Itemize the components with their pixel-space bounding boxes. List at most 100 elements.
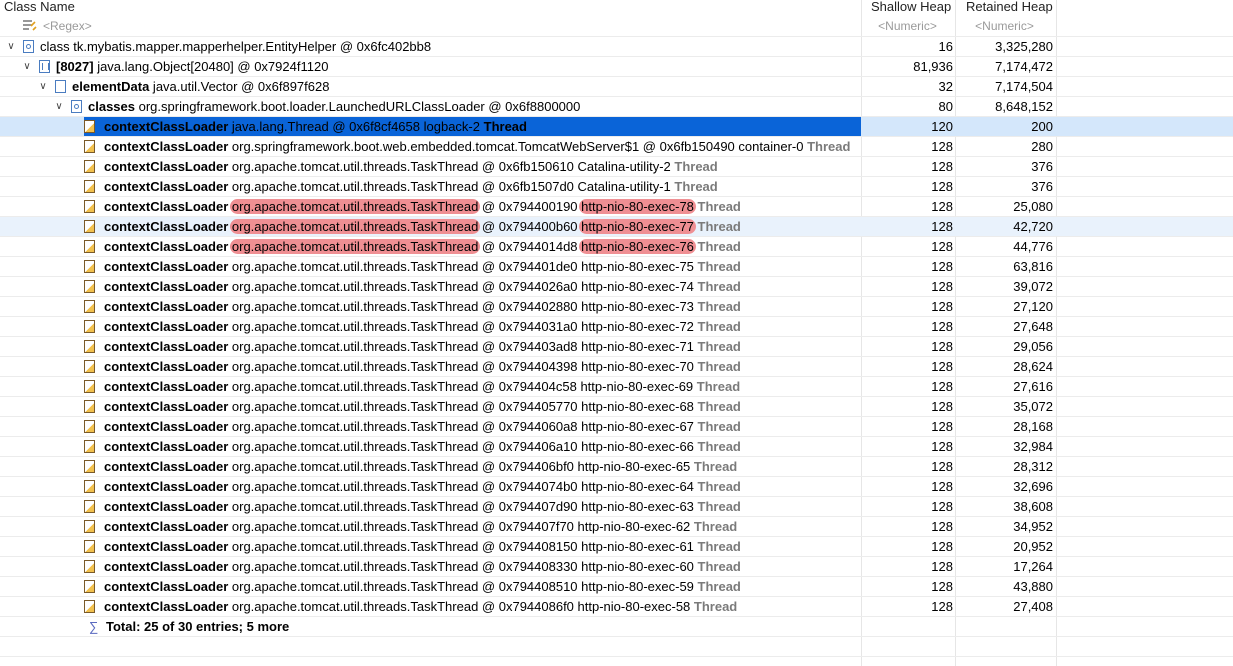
- class-name: org.apache.tomcat.util.threads.TaskThrea…: [231, 539, 479, 554]
- retained-heap-value: 35,072: [1013, 399, 1053, 414]
- thread-type-label: Thread: [697, 239, 741, 254]
- retained-heap-value: 34,952: [1013, 519, 1053, 534]
- class-name: org.apache.tomcat.util.threads.TaskThrea…: [231, 339, 479, 354]
- thread-name: http-nio-80-exec-64: [581, 479, 694, 494]
- table-row[interactable]: contextClassLoader org.apache.tomcat.uti…: [0, 577, 1233, 597]
- thread-object-icon: [84, 520, 95, 533]
- class-name: org.apache.tomcat.util.threads.TaskThrea…: [229, 199, 481, 214]
- tree-row-object-array[interactable]: ∨ [8027] java.lang.Object[20480] @ 0x792…: [0, 57, 1233, 77]
- retained-heap-value: 20,952: [1013, 539, 1053, 554]
- thread-object-icon: [84, 140, 95, 153]
- sum-icon: ∑: [89, 619, 99, 634]
- empty-row: [0, 637, 1233, 657]
- table-row[interactable]: contextClassLoader org.apache.tomcat.uti…: [0, 317, 1233, 337]
- table-row[interactable]: contextClassLoader org.apache.tomcat.uti…: [0, 357, 1233, 377]
- table-row[interactable]: contextClassLoader org.apache.tomcat.uti…: [0, 197, 1233, 217]
- object-address: @ 0x794404c58: [478, 379, 577, 394]
- thread-name: http-nio-80-exec-63: [581, 499, 694, 514]
- tree-row-classes[interactable]: ∨ classes org.springframework.boot.loade…: [0, 97, 1233, 117]
- thread-name: http-nio-80-exec-78: [579, 199, 696, 214]
- shallow-filter-input[interactable]: <Numeric>: [862, 15, 955, 36]
- shallow-heap-value: 128: [931, 499, 953, 514]
- table-row[interactable]: contextClassLoader org.apache.tomcat.uti…: [0, 517, 1233, 537]
- table-row[interactable]: contextClassLoader org.apache.tomcat.uti…: [0, 557, 1233, 577]
- chevron-down-icon[interactable]: ∨: [22, 57, 32, 76]
- thread-type-label: Thread: [674, 159, 718, 174]
- field-name: elementData: [72, 79, 150, 94]
- table-row[interactable]: contextClassLoader org.apache.tomcat.uti…: [0, 157, 1233, 177]
- class-filter-input[interactable]: <Regex>: [43, 15, 92, 36]
- table-row[interactable]: contextClassLoader org.apache.tomcat.uti…: [0, 337, 1233, 357]
- table-row[interactable]: contextClassLoader org.apache.tomcat.uti…: [0, 277, 1233, 297]
- table-row[interactable]: contextClassLoader org.apache.tomcat.uti…: [0, 417, 1233, 437]
- class-name: org.springframework.boot.web.embedded.to…: [231, 139, 640, 154]
- tree-row-label: java.util.Vector @ 0x6f897f628: [149, 79, 330, 94]
- thread-type-label: Thread: [697, 539, 741, 554]
- field-name: contextClassLoader: [104, 279, 229, 294]
- table-row[interactable]: contextClassLoader org.apache.tomcat.uti…: [0, 457, 1233, 477]
- chevron-down-icon[interactable]: ∨: [6, 37, 16, 56]
- object-address: @ 0x794407d90: [478, 499, 578, 514]
- tree-row-entity-helper[interactable]: ∨ class tk.mybatis.mapper.mapperhelper.E…: [0, 37, 1233, 57]
- table-row[interactable]: contextClassLoader org.apache.tomcat.uti…: [0, 397, 1233, 417]
- table-row[interactable]: contextClassLoader org.apache.tomcat.uti…: [0, 437, 1233, 457]
- thread-type-label: Thread: [697, 559, 741, 574]
- retained-heap-value: 376: [1031, 159, 1053, 174]
- field-name: contextClassLoader: [104, 219, 229, 234]
- shallow-heap-value: 128: [931, 519, 953, 534]
- object-address: @ 0x7944031a0: [478, 319, 578, 334]
- chevron-down-icon[interactable]: ∨: [38, 77, 48, 96]
- column-header-shallow-heap[interactable]: Shallow Heap: [862, 0, 964, 15]
- filter-row: <Regex> <Numeric> <Numeric>: [0, 15, 1233, 37]
- class-name: org.apache.tomcat.util.threads.TaskThrea…: [231, 159, 479, 174]
- column-header-class-name[interactable]: Class Name: [0, 0, 861, 15]
- object-address: @ 0x794408510: [478, 579, 578, 594]
- table-row[interactable]: contextClassLoader org.apache.tomcat.uti…: [0, 217, 1233, 237]
- thread-object-icon: [84, 260, 95, 273]
- field-name: contextClassLoader: [104, 259, 229, 274]
- table-row[interactable]: contextClassLoader org.springframework.b…: [0, 137, 1233, 157]
- table-row[interactable]: contextClassLoader org.apache.tomcat.uti…: [0, 597, 1233, 617]
- class-name: org.apache.tomcat.util.threads.TaskThrea…: [231, 259, 479, 274]
- class-loader-icon: [71, 100, 82, 113]
- thread-object-icon: [84, 380, 95, 393]
- thread-name: http-nio-80-exec-72: [581, 319, 694, 334]
- class-name: org.apache.tomcat.util.threads.TaskThrea…: [231, 379, 479, 394]
- object-address: @ 0x794403ad8: [478, 339, 578, 354]
- chevron-down-icon[interactable]: ∨: [54, 97, 64, 116]
- table-row[interactable]: contextClassLoader org.apache.tomcat.uti…: [0, 497, 1233, 517]
- thread-object-icon: [84, 460, 95, 473]
- table-row[interactable]: contextClassLoader org.apache.tomcat.uti…: [0, 477, 1233, 497]
- retained-heap-value: 8,648,152: [995, 99, 1053, 114]
- field-name: contextClassLoader: [104, 539, 229, 554]
- object-address: @ 0x7944060a8: [478, 419, 578, 434]
- table-row[interactable]: contextClassLoader org.apache.tomcat.uti…: [0, 177, 1233, 197]
- object-address: @ 0x7944074b0: [478, 479, 578, 494]
- retained-heap-value: 43,880: [1013, 579, 1053, 594]
- retained-filter-cell[interactable]: <Numeric>: [956, 15, 1055, 36]
- table-row[interactable]: contextClassLoader org.apache.tomcat.uti…: [0, 297, 1233, 317]
- object-address: @ 0x794408150: [478, 539, 578, 554]
- column-header-retained-heap[interactable]: Retained Heap: [956, 0, 1065, 15]
- table-row[interactable]: contextClassLoader org.apache.tomcat.uti…: [0, 377, 1233, 397]
- thread-type-label: Thread: [697, 219, 741, 234]
- thread-type-label: Thread: [693, 459, 738, 474]
- thread-type-label: Thread: [697, 279, 741, 294]
- tree-row-element-data[interactable]: ∨ elementData java.util.Vector @ 0x6f897…: [0, 77, 1233, 97]
- object-address: @ 0x6fb150610: [478, 159, 574, 174]
- thread-type-label: Thread: [696, 379, 741, 394]
- class-filter-cell[interactable]: <Regex>: [0, 15, 861, 36]
- table-row[interactable]: contextClassLoader org.apache.tomcat.uti…: [0, 537, 1233, 557]
- retained-heap-value: 32,984: [1013, 439, 1053, 454]
- table-row[interactable]: contextClassLoader org.apache.tomcat.uti…: [0, 237, 1233, 257]
- field-name: contextClassLoader: [104, 459, 229, 474]
- retained-filter-input[interactable]: <Numeric>: [956, 15, 1055, 36]
- array-index: [8027]: [56, 59, 94, 74]
- shallow-filter-cell[interactable]: <Numeric>: [862, 15, 955, 36]
- shallow-heap-value: 128: [931, 379, 953, 394]
- object-address: @ 0x794402880: [478, 299, 578, 314]
- retained-heap-value: 27,408: [1013, 599, 1053, 614]
- table-row[interactable]: contextClassLoader java.lang.Thread @ 0x…: [0, 117, 1233, 137]
- object-address: @ 0x794404398: [478, 359, 578, 374]
- table-row[interactable]: contextClassLoader org.apache.tomcat.uti…: [0, 257, 1233, 277]
